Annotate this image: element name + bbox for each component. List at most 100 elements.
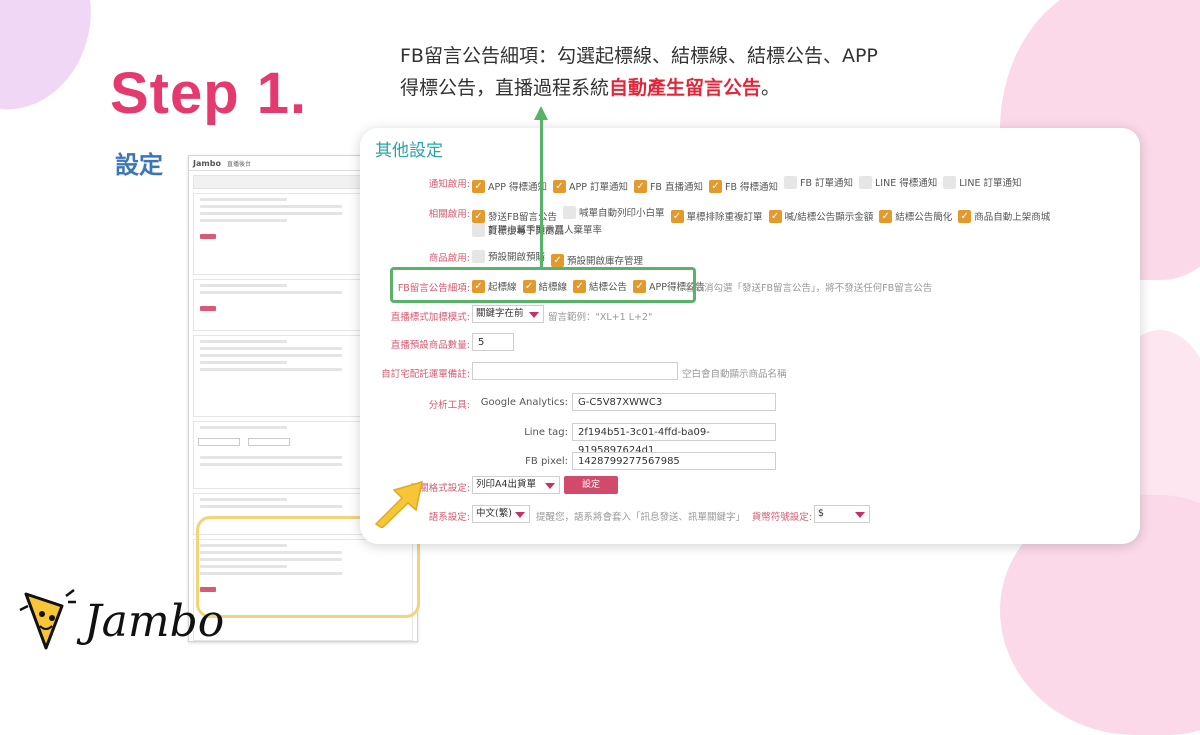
product-option[interactable]: ✓ 預設開啟庫存管理 <box>551 253 643 267</box>
arrow-up-icon <box>534 106 548 120</box>
notify-option[interactable]: ✓ FB 直播通知 <box>633 179 703 193</box>
related-option[interactable]: ✓ 發送FB留言公告 <box>472 209 557 223</box>
custom-remark-hint: 空白會自動顯示商品名稱 <box>682 369 787 380</box>
notify-option-label: APP 得標通知 <box>488 182 547 193</box>
line-tag-label: Line tag: <box>524 427 568 438</box>
analytics-label: 分析工具: <box>428 400 470 411</box>
thumbnail-button <box>200 234 216 239</box>
thumbnail-line <box>200 361 288 364</box>
chevron-down-icon <box>515 512 525 518</box>
live-mode-value: 關鍵字在前 <box>476 308 524 319</box>
ga-label: Google Analytics: <box>480 397 568 408</box>
thumbnail-logo: Jambo <box>193 158 221 168</box>
product-option[interactable]: 預設開啟預購 <box>472 249 545 263</box>
caption-line-2-plain: 得標公告，直播過程系統 <box>400 77 610 99</box>
related-option[interactable]: ✓ 結標公告簡化 <box>879 209 952 223</box>
checkbox-checked-icon[interactable]: ✓ <box>670 209 684 223</box>
related-option[interactable]: 訂單小幫手顯示買人棄單率 <box>472 222 602 236</box>
checkbox-unchecked-icon[interactable] <box>784 175 797 189</box>
checkbox-unchecked-icon[interactable] <box>943 175 957 189</box>
notify-option[interactable]: LINE 訂單通知 <box>943 175 1021 189</box>
caption-line-1: FB留言公告細項：勾選起標線、結標線、結標公告、APP <box>400 45 878 67</box>
notify-option-label: FB 得標通知 <box>724 182 778 193</box>
fb-comment-note: 若取消勾選「發送FB留言公告」，將不發送任何FB留言公告 <box>685 283 933 294</box>
related-option-label: 喊/結標公告顯示金額 <box>784 212 874 223</box>
caption-line-2-end: 。 <box>761 77 781 99</box>
language-select[interactable]: 中文(繁) <box>472 505 530 523</box>
live-qty-label: 直播預設商品數量: <box>390 340 470 351</box>
currency-select[interactable]: $ <box>814 505 870 523</box>
checkbox-unchecked-icon[interactable] <box>562 205 576 219</box>
jambo-mascot-icon <box>19 589 76 650</box>
checkbox-checked-icon[interactable]: ✓ <box>633 179 647 193</box>
decor-blob-top-left <box>0 0 117 131</box>
notify-option-label: LINE 得標通知 <box>875 178 938 189</box>
thumbnail-line <box>200 219 288 222</box>
related-option[interactable]: ✓ 單標排除重複訂單 <box>670 209 763 223</box>
checkbox-unchecked-icon[interactable] <box>472 222 485 236</box>
live-mode-label: 直播標式加標模式: <box>390 312 470 323</box>
checkbox-checked-icon[interactable]: ✓ <box>472 179 485 193</box>
chevron-down-icon <box>855 512 865 518</box>
related-option-label: 單標排除重複訂單 <box>686 212 763 223</box>
brand-logo: Jambo <box>18 588 224 654</box>
notify-option[interactable]: ✓ FB 得標通知 <box>708 179 778 193</box>
thumbnail-line <box>200 463 342 466</box>
checkbox-unchecked-icon[interactable] <box>472 249 485 263</box>
caption: FB留言公告細項：勾選起標線、結標線、結標公告、APP 得標公告，直播過程系統自… <box>400 40 1020 104</box>
live-mode-select[interactable]: 關鍵字在前 <box>472 305 544 323</box>
thumbnail-line <box>200 498 288 501</box>
live-qty-input[interactable]: 5 <box>472 333 514 351</box>
related-option-label: 發送FB留言公告 <box>488 212 557 223</box>
thumbnail-line <box>200 426 288 429</box>
related-option[interactable]: 喊單自動列印小白單 <box>562 205 665 219</box>
print-format-select[interactable]: 列印A4出貨單 <box>472 476 560 494</box>
callout-line <box>540 118 543 268</box>
panel-title: 其他設定 <box>375 141 443 161</box>
notify-option[interactable]: ✓ APP 得標通知 <box>472 179 547 193</box>
thumbnail-line <box>200 198 288 201</box>
caption-highlight: 自動產生留言公告 <box>609 77 762 99</box>
related-option[interactable]: ✓ 商品自動上架商城 <box>958 209 1050 223</box>
custom-remark-label: 自訂宅配託運單備註: <box>381 369 470 380</box>
thumbnail-line <box>200 212 342 215</box>
currency-label: 貨幣符號設定: <box>751 512 812 523</box>
thumbnail-line <box>200 368 342 371</box>
notify-option[interactable]: LINE 得標通知 <box>859 175 937 189</box>
currency-value: $ <box>818 508 825 519</box>
checkbox-unchecked-icon[interactable] <box>859 175 873 189</box>
ga-input[interactable]: G-C5V87XWWC3 <box>572 393 776 411</box>
chevron-down-icon <box>529 312 539 318</box>
checkbox-checked-icon[interactable]: ✓ <box>708 179 722 193</box>
checkbox-checked-icon[interactable]: ✓ <box>551 253 565 267</box>
section-label: 設定 <box>115 151 163 179</box>
checkbox-checked-icon[interactable]: ✓ <box>472 209 485 223</box>
checkbox-checked-icon[interactable]: ✓ <box>879 209 893 223</box>
custom-remark-input[interactable] <box>472 362 678 380</box>
line-tag-input[interactable]: 2f194b51-3c01-4ffd-ba09-9195897624d1 <box>572 423 776 456</box>
related-option-label: 結標公告簡化 <box>895 212 953 223</box>
print-format-set-button[interactable]: 設定 <box>564 476 618 494</box>
related-option[interactable]: ✓ 喊/結標公告顯示金額 <box>768 209 874 223</box>
other-settings-panel: 其他設定 通知啟用: ✓ APP 得標通知 ✓ APP 訂單通知 ✓ FB 直播通知 ✓ FB… <box>360 128 1140 544</box>
checkbox-checked-icon[interactable]: ✓ <box>958 209 972 223</box>
checkbox-checked-icon[interactable]: ✓ <box>768 209 782 223</box>
related-option-label: 喊單自動列印小白單 <box>578 208 665 219</box>
notify-option-label: LINE 訂單通知 <box>959 178 1022 189</box>
brand-logo-text: Jambo <box>84 595 225 647</box>
fb-comment-highlight-box <box>390 267 696 303</box>
thumbnail-header-text: 直播後台 <box>226 160 251 168</box>
notify-option[interactable]: FB 訂單通知 <box>784 175 853 189</box>
checkbox-checked-icon[interactable]: ✓ <box>552 179 566 193</box>
product-option-label: 預設開啟預購 <box>488 252 546 263</box>
thumbnail-box <box>198 438 240 446</box>
live-mode-hint: 留言範例："XL+1 L+2" <box>548 312 653 323</box>
thumbnail-line <box>200 291 342 294</box>
notify-option[interactable]: ✓ APP 訂單通知 <box>552 179 628 193</box>
thumbnail-button <box>200 306 216 311</box>
step-title: Step 1. <box>110 61 308 126</box>
fb-pixel-input[interactable]: 1428799277567985 <box>572 452 776 470</box>
language-hint: 提醒您，語系將會套入「訊息發送、訊單關鍵字」 <box>536 512 746 523</box>
related-label: 相關啟用: <box>428 209 470 220</box>
fb-pixel-label: FB pixel: <box>525 456 568 467</box>
